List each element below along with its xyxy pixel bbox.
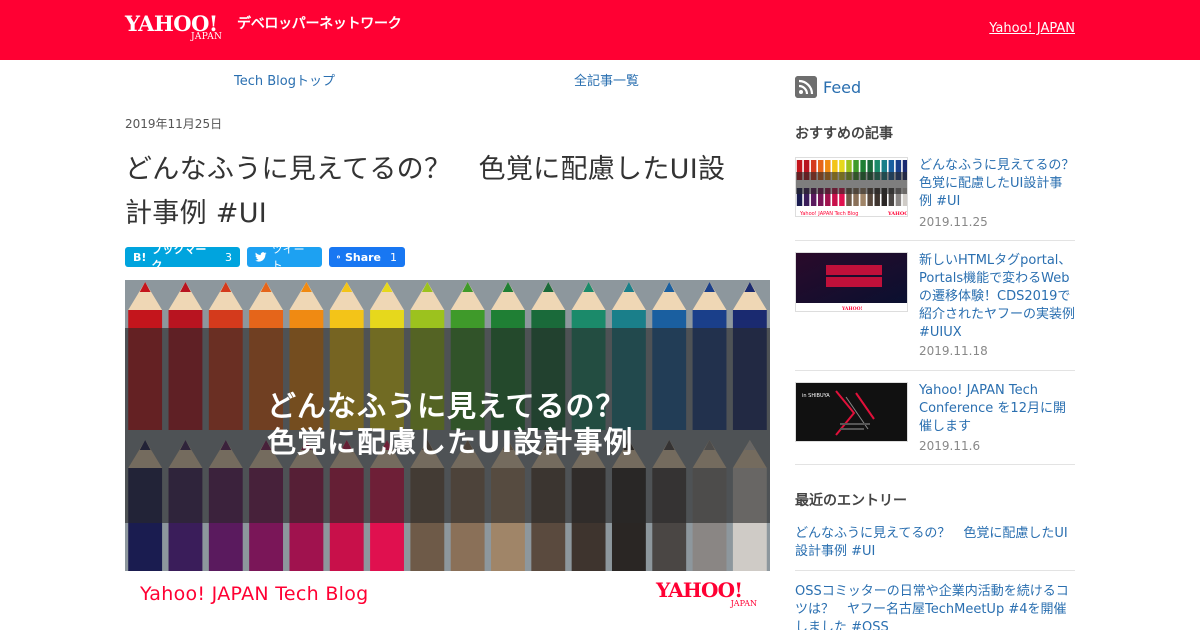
hero-logo-japan: JAPAN (730, 599, 757, 608)
recent-entry-link[interactable]: どんなふうに見えてるの？ 色覚に配慮したUI設計事例 #UI (795, 525, 1077, 561)
thumbnail-pencils-art: Yahoo! JAPAN Tech Blog YAHOO! (796, 158, 908, 217)
recommended-item-date: 2019.11.25 (919, 215, 988, 229)
post-title-line-2: 計事例 #UI (125, 198, 268, 229)
yahoo-japan-logo: YAHOO! JAPAN (125, 13, 235, 45)
portals-slide-thumbnail-icon[interactable]: YAHOO! (795, 252, 908, 312)
nav-all-articles[interactable]: 全記事一覧 (574, 70, 639, 89)
recent-entries-heading: 最近のエントリー (795, 493, 907, 509)
svg-text:in SHIBUYA: in SHIBUYA (802, 393, 830, 399)
hatena-label: ブックマーク (151, 243, 207, 272)
rss-feed-link[interactable]: Feed (795, 76, 861, 98)
hero-heading-line-2: 色覚に配慮したUI設計事例 (267, 425, 634, 459)
tweet-label: ツイート (271, 243, 305, 272)
post-title: どんなふうに見えてるの？ 色覚に配慮したUI設 計事例 #UI (125, 148, 770, 236)
tweet-button[interactable]: ツイート (247, 243, 322, 272)
yahoo-japan-link[interactable]: Yahoo! JAPAN (989, 21, 1075, 36)
hero-image: どんなふうに見えてるの？ 色覚に配慮したUI設計事例 Yahoo! JAPAN … (125, 280, 770, 630)
recommended-heading: おすすめの記事 (795, 126, 893, 142)
hero-heading: どんなふうに見えてるの？ 色覚に配慮したUI設計事例 (267, 388, 633, 460)
hatena-bookmark-button[interactable]: B! ブックマーク 3 (125, 243, 240, 272)
site-header: YAHOO! JAPAN デベロッパーネットワーク Yahoo! JAPAN (0, 0, 1200, 60)
recommended-item-title[interactable]: 新しいHTMLタグportal、Portals機能で変わるWebの遷移体験！CD… (919, 252, 1075, 342)
recent-entry-link[interactable]: OSSコミッターの日常や企業内活動を続けるコツは？ ヤフー名古屋TechMeet… (795, 583, 1077, 630)
colored-pencils-thumbnail-icon[interactable]: Yahoo! JAPAN Tech Blog YAHOO! (795, 157, 908, 217)
recommended-item-date: 2019.11.18 (919, 344, 988, 358)
recommended-item-date: 2019.11.6 (919, 439, 981, 453)
twitter-bird-icon (255, 252, 267, 262)
post-title-line-1: どんなふうに見えてるの？ 色覚に配慮したUI設 (125, 154, 726, 185)
feed-label: Feed (823, 77, 862, 97)
rss-icon (795, 76, 817, 98)
hatena-count: 3 (225, 250, 232, 264)
hero-blog-name: Yahoo! JAPAN Tech Blog (140, 583, 369, 605)
hatena-icon: B! (133, 250, 147, 264)
hero-heading-line-1: どんなふうに見えてるの？ (267, 389, 626, 423)
recommended-item-title[interactable]: Yahoo! JAPAN Tech Conference を12月に開催します (919, 382, 1075, 436)
thumbnail-portals-art: YAHOO! (796, 253, 907, 312)
recommended-item: Yahoo! JAPAN Tech Blog YAHOO! どんなふうに見えてる… (795, 157, 1087, 241)
yahoo-developer-network-logo[interactable]: YAHOO! JAPAN デベロッパーネットワーク (125, 13, 402, 45)
tech-conference-thumbnail-icon[interactable]: in SHIBUYA (795, 382, 908, 442)
recommended-item: in SHIBUYA Yahoo! JAPAN Tech Conference … (795, 382, 1075, 465)
hero-logo-wordmark: YAHOO! (656, 578, 743, 602)
nav-tech-blog-top[interactable]: Tech Blogトップ (234, 70, 335, 89)
svg-text:YAHOO!: YAHOO! (841, 306, 863, 312)
recommended-item: YAHOO! 新しいHTMLタグportal、Portals機能で変わるWebの… (795, 252, 1075, 371)
recommended-item-title[interactable]: どんなふうに見えてるの？ 色覚に配慮したUI設計事例 #UI (919, 157, 1087, 211)
logo-japan-text: JAPAN (191, 32, 223, 42)
hero-footer: Yahoo! JAPAN Tech Blog YAHOO! JAPAN (125, 571, 770, 630)
hero-yahoo-logo: YAHOO! JAPAN (656, 579, 760, 611)
svg-text:YAHOO!: YAHOO! (887, 211, 908, 217)
post-date: 2019年11月25日 (125, 117, 223, 131)
svg-text:Yahoo! JAPAN Tech Blog: Yahoo! JAPAN Tech Blog (799, 211, 858, 217)
recent-divider (795, 570, 1075, 571)
facebook-icon (337, 255, 340, 259)
fb-share-count: 1 (390, 250, 397, 264)
facebook-share-button[interactable]: Share 1 (329, 247, 405, 267)
site-name: デベロッパーネットワーク (237, 16, 402, 32)
fb-share-label: Share (344, 250, 381, 264)
thumbnail-conference-art: in SHIBUYA (796, 383, 907, 441)
share-buttons: B! ブックマーク 3 ツイート Share 1 (125, 243, 405, 272)
